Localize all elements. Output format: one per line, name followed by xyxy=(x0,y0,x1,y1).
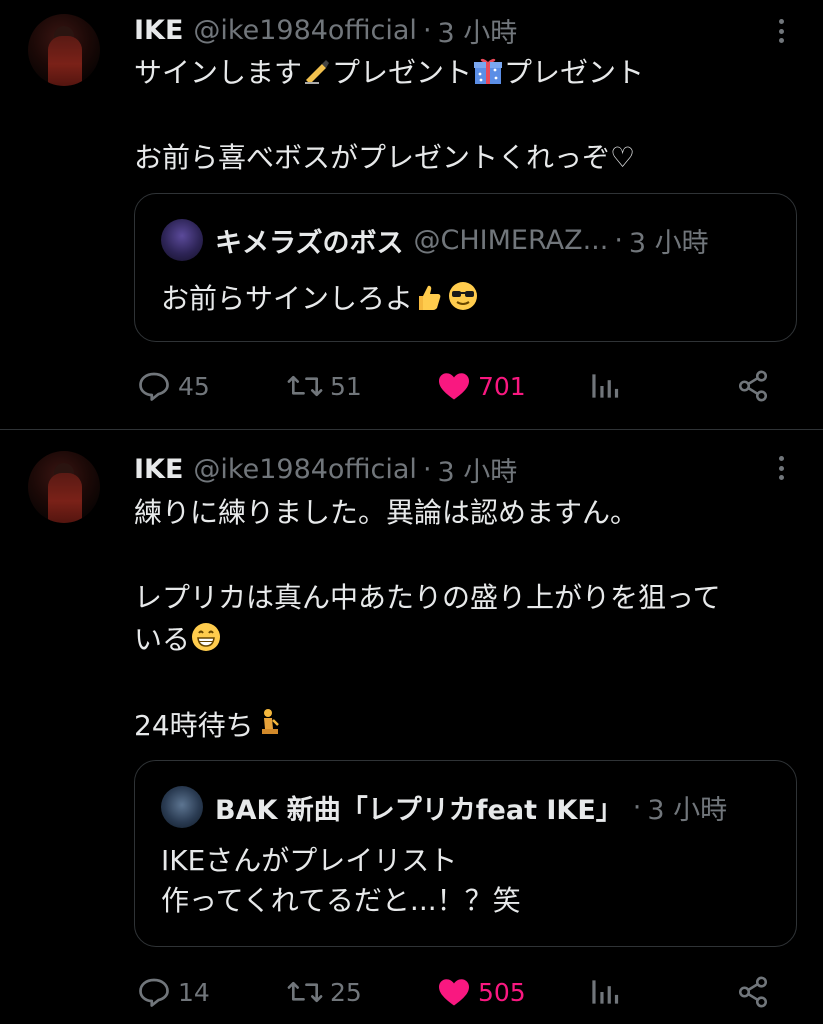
share-button[interactable] xyxy=(736,972,770,1012)
views-icon xyxy=(592,980,619,1004)
quoted-tweet-text: お前らサインしろよ xyxy=(161,279,771,319)
action-bar: 14 25 505 xyxy=(0,972,823,1012)
separator-dot: · xyxy=(422,453,432,485)
like-icon xyxy=(439,979,469,1006)
quoted-tweet-text-line: IKEさんがプレイリスト xyxy=(161,844,458,877)
quoted-author-handle: @CHIMERAZ... xyxy=(413,224,609,256)
quoted-timestamp: 3 小時 xyxy=(647,794,728,826)
sunglasses-face-icon xyxy=(449,282,478,310)
quoted-tweet-header: BAK 新曲「レプリカfeat IKE」 · 3 小時 xyxy=(161,786,728,828)
author-name[interactable]: IKE xyxy=(134,454,183,485)
thumbs-up-icon xyxy=(419,285,441,310)
quoted-text-segment: お前らサインしろよ xyxy=(161,282,414,315)
more-icon[interactable] xyxy=(772,16,790,46)
share-button[interactable] xyxy=(736,366,770,406)
tweet-text-segment: プレゼント xyxy=(332,56,473,89)
kneeling-person-icon xyxy=(261,709,279,734)
avatar-figure xyxy=(48,473,82,523)
tweet-text-line: お前ら喜べボスがプレゼントくれっぞ♡ xyxy=(134,141,636,174)
tweet[interactable]: IKE @ike1984official · 3 小時 サインします プレゼントプ… xyxy=(0,0,823,430)
timestamp[interactable]: 3 小時 xyxy=(438,450,518,489)
quoted-tweet-text-line: 作ってくれてるだと...！？笑 xyxy=(161,884,521,917)
avatar-figure xyxy=(48,36,82,86)
quoted-author-name: BAK 新曲「レプリカfeat IKE」 xyxy=(215,794,623,826)
writing-hand-icon xyxy=(305,60,330,84)
retweet-button[interactable]: 25 xyxy=(286,972,362,1012)
quoted-tweet-header: キメラズのボス @CHIMERAZ... · 3 小時 xyxy=(161,219,709,261)
quoted-tweet[interactable]: キメラズのボス @CHIMERAZ... · 3 小時 お前らサインしろよ xyxy=(134,193,797,342)
like-button[interactable]: 505 xyxy=(436,972,526,1012)
quoted-avatar xyxy=(161,219,203,261)
author-name[interactable]: IKE xyxy=(134,15,183,46)
tweet-header: IKE @ike1984official · 3 小時 xyxy=(134,11,518,50)
reply-icon xyxy=(139,372,169,401)
tweet-text: サインします プレゼント プレゼント xyxy=(134,52,794,94)
grinning-face-icon xyxy=(192,623,221,651)
quoted-timestamp: 3 小時 xyxy=(628,227,709,259)
share-icon xyxy=(738,370,768,402)
tweet-text-line: 24時待ち xyxy=(134,705,794,747)
timestamp[interactable]: 3 小時 xyxy=(438,11,518,50)
retweet-icon xyxy=(287,981,323,1003)
retweet-icon xyxy=(287,375,323,397)
like-count: 701 xyxy=(478,371,526,401)
quoted-avatar xyxy=(161,786,203,828)
reply-button[interactable]: 45 xyxy=(136,366,210,406)
avatar[interactable] xyxy=(28,451,100,523)
author-handle[interactable]: @ike1984official xyxy=(193,454,417,485)
reply-icon xyxy=(139,978,169,1007)
like-icon xyxy=(439,373,469,400)
like-count: 505 xyxy=(478,977,526,1007)
tweet-text-line: レプリカは真ん中あたりの盛り上がりを狙って xyxy=(134,581,721,614)
tweet-text-segment: プレゼント xyxy=(504,56,645,89)
tweet-header: IKE @ike1984official · 3 小時 xyxy=(134,450,518,489)
tweet-text-segment: サインします xyxy=(134,56,303,89)
reply-count: 14 xyxy=(178,977,210,1007)
tweet-text-segment: いる xyxy=(134,623,191,656)
separator-dot: · xyxy=(614,224,623,256)
tweet-text-line: 練りに練りました。異論は認めますん。 xyxy=(134,496,639,529)
reply-button[interactable]: 14 xyxy=(136,972,210,1012)
quoted-author-name: キメラズのボス xyxy=(215,227,404,259)
tweet[interactable]: IKE @ike1984official · 3 小時 練りに練りました。異論は… xyxy=(0,431,823,1024)
reply-count: 45 xyxy=(178,371,210,401)
separator-dot: · xyxy=(422,14,432,46)
views-icon xyxy=(592,374,619,398)
retweet-count: 51 xyxy=(330,371,362,401)
like-button[interactable]: 701 xyxy=(436,366,526,406)
views-button[interactable] xyxy=(588,366,620,406)
share-icon xyxy=(738,976,768,1008)
separator-dot: · xyxy=(632,791,642,823)
tweet-text-segment: 24時待ち xyxy=(134,709,254,742)
more-icon[interactable] xyxy=(772,453,790,483)
retweet-button[interactable]: 51 xyxy=(286,366,362,406)
avatar[interactable] xyxy=(28,14,100,86)
gift-icon xyxy=(474,58,503,84)
views-button[interactable] xyxy=(588,972,620,1012)
action-bar: 45 51 701 xyxy=(0,366,823,406)
tweet-text-line: いる xyxy=(134,619,794,661)
retweet-count: 25 xyxy=(330,977,362,1007)
quoted-tweet[interactable]: BAK 新曲「レプリカfeat IKE」 · 3 小時 IKEさんがプレイリスト… xyxy=(134,760,797,947)
tweet-divider xyxy=(0,429,823,430)
author-handle[interactable]: @ike1984official xyxy=(193,15,417,46)
